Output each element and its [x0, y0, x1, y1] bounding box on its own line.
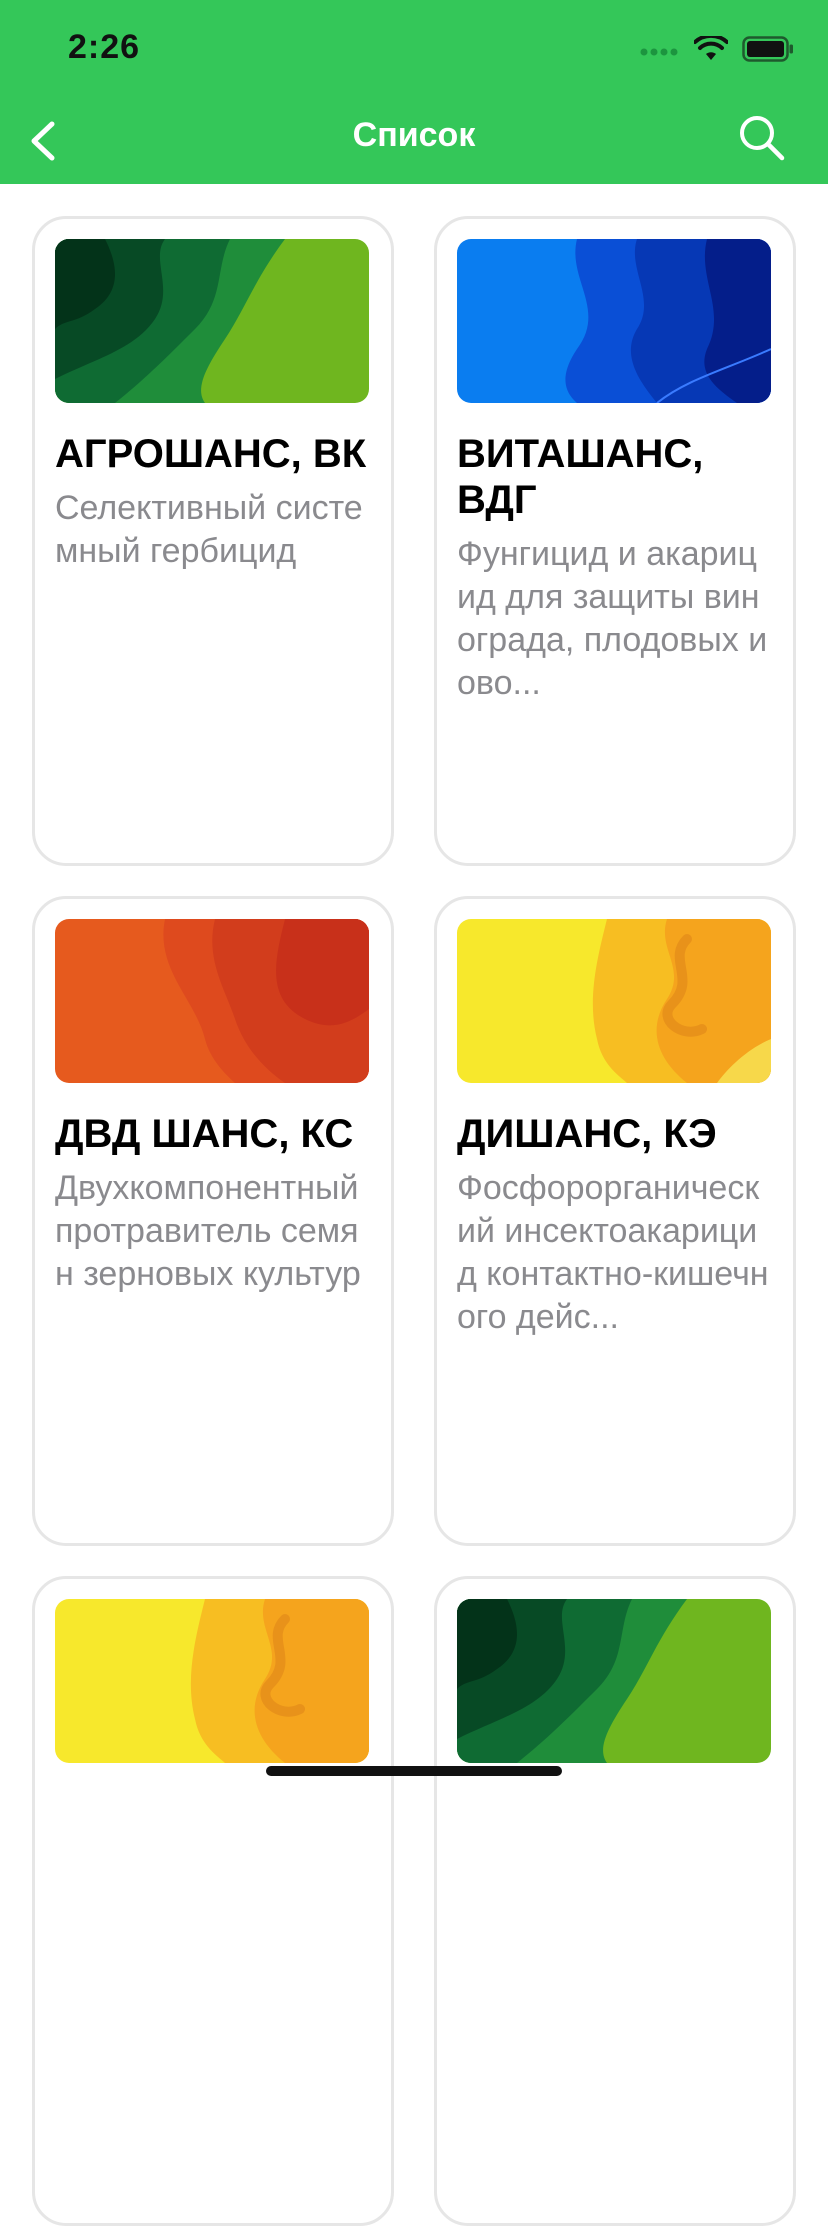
- product-name: ДИШАНС, КЭ: [457, 1112, 717, 1156]
- product-name: ДВД ШАНС, КС: [55, 1112, 354, 1156]
- status-time: 2:26: [68, 28, 141, 66]
- product-name: АГРОШАНС, ВК: [55, 432, 367, 476]
- product-card[interactable]: [32, 1576, 394, 2226]
- product-image: [457, 1599, 771, 1763]
- product-image: [457, 919, 771, 1083]
- battery-icon: [742, 36, 793, 62]
- product-card[interactable]: ВИТАШАНС, ВДГ Фунгицид и акарицид для за…: [434, 216, 796, 866]
- app-header: 2:26 Список: [0, 0, 828, 184]
- product-card[interactable]: ДВД ШАНС, КС Двухкомпонентный протравите…: [32, 896, 394, 1546]
- product-name: ВИТАШАНС, ВДГ: [457, 432, 704, 522]
- product-card[interactable]: [434, 1576, 796, 2226]
- product-image: [55, 919, 369, 1083]
- search-button[interactable]: [736, 112, 788, 164]
- wifi-icon: [694, 36, 728, 60]
- product-description: Двухкомпонентный протравитель семян зерн…: [55, 1169, 361, 1293]
- home-indicator: [266, 1766, 562, 1776]
- product-image: [55, 1599, 369, 1763]
- signal-icon: [640, 48, 678, 56]
- page-title: Список: [352, 116, 476, 154]
- product-grid: АГРОШАНС, ВК Селективный системный герби…: [32, 216, 796, 2226]
- product-image: [457, 239, 771, 403]
- product-description: Фунгицид и акарицид для защиты винограда…: [457, 535, 768, 702]
- product-description: Фосфорорганический инсектоакарицид конта…: [457, 1169, 769, 1336]
- product-image: [55, 239, 369, 403]
- search-icon: [740, 116, 785, 161]
- product-card[interactable]: ДИШАНС, КЭ Фосфорорганический инсектоака…: [434, 896, 796, 1546]
- product-description: Селективный системный гербицид: [55, 489, 363, 570]
- status-icons: [640, 34, 794, 64]
- product-card[interactable]: АГРОШАНС, ВК Селективный системный герби…: [32, 216, 394, 866]
